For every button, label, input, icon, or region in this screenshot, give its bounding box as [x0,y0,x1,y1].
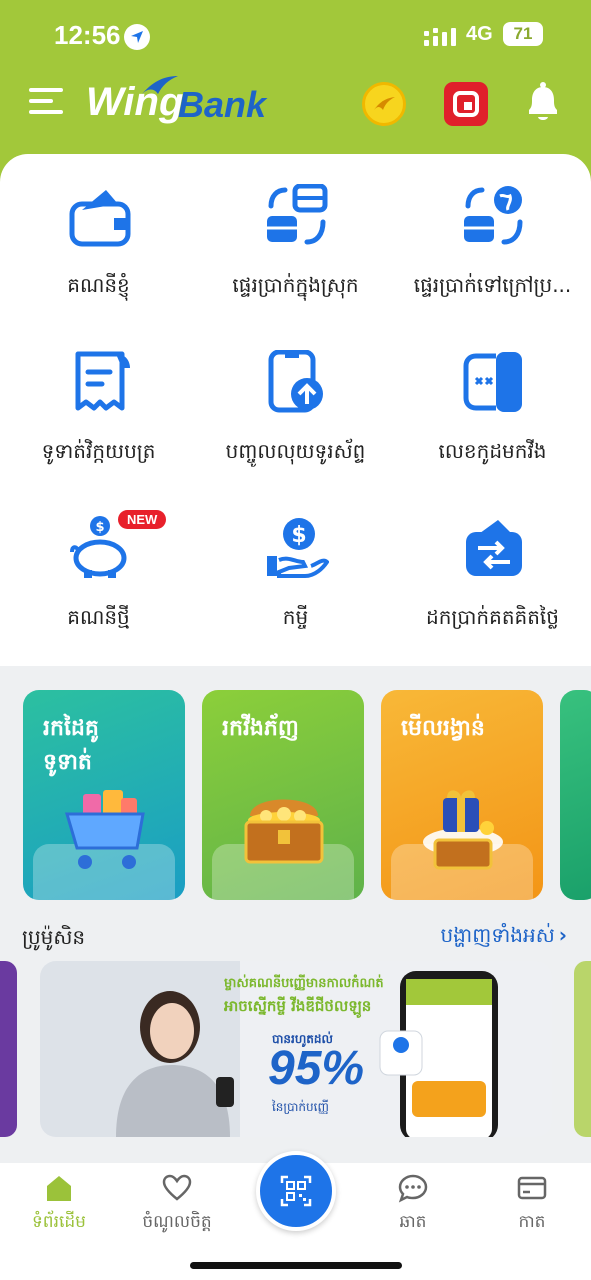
service-phone-topup[interactable]: បញ្ចូលលុយទូរស័ព្ទ [197,320,394,470]
promotion-heading: ប្រូម៉ូសិន [22,925,86,949]
service-loan[interactable]: $ កម្ចី [197,486,394,636]
gift-chest-icon [423,790,503,870]
service-local-transfer[interactable]: ផ្ទេរប្រាក់ក្នុងស្រុក [197,154,394,304]
service-cash-withdraw[interactable]: ដកប្រាក់គតគិតថ្លៃ [394,486,591,636]
signal-icon [424,28,456,46]
qr-scan-icon [280,1175,312,1207]
promotion-banner[interactable]: ម្ចាស់គណនីបញ្ញើមានកាលកំណត់ អាចស្នើកម្ចី … [40,961,552,1137]
card-find-treasure[interactable]: រកវីងភ័ញ [202,690,364,900]
phone-topup-icon [268,350,323,413]
services-grid: គណនីខ្ញុំ ផ្ទេរប្រាក់ក្នុងស្រុក ផ្ទេរប្រ… [0,154,591,666]
banner-line1: ម្ចាស់គណនីបញ្ញើមានកាលកំណត់ [224,976,384,991]
chevron-right-icon: › [558,923,567,947]
status-time: 12:56 [54,20,121,50]
service-label: ទូទាត់វិក្កយបត្រ [41,439,156,463]
service-international-transfer[interactable]: ផ្ទេរប្រាក់ទៅក្រៅប្រ... [394,154,591,304]
notification-button[interactable] [524,80,562,124]
nav-label: កាត [518,1212,546,1232]
battery-indicator: 71 [503,22,543,46]
local-transfer-icon [267,184,328,245]
previous-banner[interactable] [0,961,17,1137]
nav-label: ចំណូលចិត្ត [142,1212,212,1232]
card-next-partial[interactable] [560,690,591,900]
card-title: មើលរង្វាន់ [401,716,485,741]
location-icon [124,24,150,50]
loan-icon: $ [267,518,329,578]
nav-favorites[interactable]: ចំណូលចិត្ត [122,1173,232,1236]
wing-points-button[interactable] [362,82,406,126]
bird-icon [142,76,178,94]
status-bar: 12:56 4G 71 [0,18,591,54]
service-label: លេខកូដមកវីង [438,439,547,463]
service-label: ដកប្រាក់គតគិតថ្លៃ [426,605,559,629]
home-icon [47,1176,71,1201]
menu-icon [29,88,63,92]
menu-button[interactable] [29,88,63,114]
nav-cards[interactable]: កាត [477,1173,587,1236]
wallet-icon [69,190,131,247]
see-all-link[interactable]: បង្ហាញទាំងអស់ › [440,922,567,952]
card-title: រកវីងភ័ញ [222,716,299,741]
service-wing-code[interactable]: លេខកូដមកវីង [394,320,591,470]
cash-withdraw-icon [466,520,522,576]
code-icon [463,352,522,412]
scan-qr-button[interactable] [256,1151,336,1231]
card-find-partner[interactable]: រកដៃគូ ទូទាត់ [23,690,185,900]
card-view-rewards[interactable]: មើលរង្វាន់ [381,690,543,900]
home-indicator [190,1262,402,1269]
svg-text:$: $ [291,523,306,548]
service-label: ផ្ទេរប្រាក់ក្នុងស្រុក [232,273,359,297]
nav-label: ទំព័រដើម [32,1212,86,1232]
banner-percent: 95% [268,1042,365,1095]
treasure-chest-icon [244,799,324,864]
service-label: គណនីថ្មី [67,605,130,629]
bill-icon [75,351,130,411]
network-type: 4G [466,23,493,45]
card-title: រកដៃគូ [43,716,99,741]
svg-text:$: $ [95,520,104,535]
logo-bank: Bank [178,84,267,125]
new-badge: NEW [118,510,167,529]
nav-chat[interactable]: ឆាត [358,1173,468,1236]
next-banner[interactable] [574,961,591,1137]
service-new-account[interactable]: $ គណនីថ្មី NEW [0,486,197,636]
see-all-label: បង្ហាញទាំងអស់ [440,923,555,947]
service-label: ផ្ទេរប្រាក់ទៅក្រៅប្រ... [413,273,572,297]
bird-coin-icon [374,97,395,110]
banner-line2: អាចស្នើកម្ចី វីងឌីជីថលឡូន [224,997,372,1015]
promo-cards: រកដៃគូ ទូទាត់ រកវីងភ័ញ មើលរង្វាន់ [0,690,591,902]
service-label: គណនីខ្ញុំ [67,273,130,297]
service-bill-payment[interactable]: ទូទាត់វិក្កយបត្រ [0,320,197,470]
heart-icon [162,1174,192,1201]
nav-home[interactable]: ទំព័រដើម [4,1173,114,1236]
service-my-account[interactable]: គណនីខ្ញុំ [0,154,197,304]
service-label: បញ្ចូលលុយទូរស័ព្ទ [225,439,366,463]
international-transfer-icon [464,186,523,245]
banner-line4: នៃប្រាក់បញ្ញើ [272,1100,329,1114]
partner-app-button[interactable] [444,82,488,126]
bell-icon [529,82,557,120]
chat-icon [398,1174,428,1203]
nav-label: ឆាត [399,1212,427,1232]
card-icon [517,1176,547,1200]
q-logo-icon [453,91,479,117]
service-label: កម្ចី [282,605,309,629]
card-title-line2: ទូទាត់ [43,750,92,775]
shopping-cart-icon [64,790,145,869]
